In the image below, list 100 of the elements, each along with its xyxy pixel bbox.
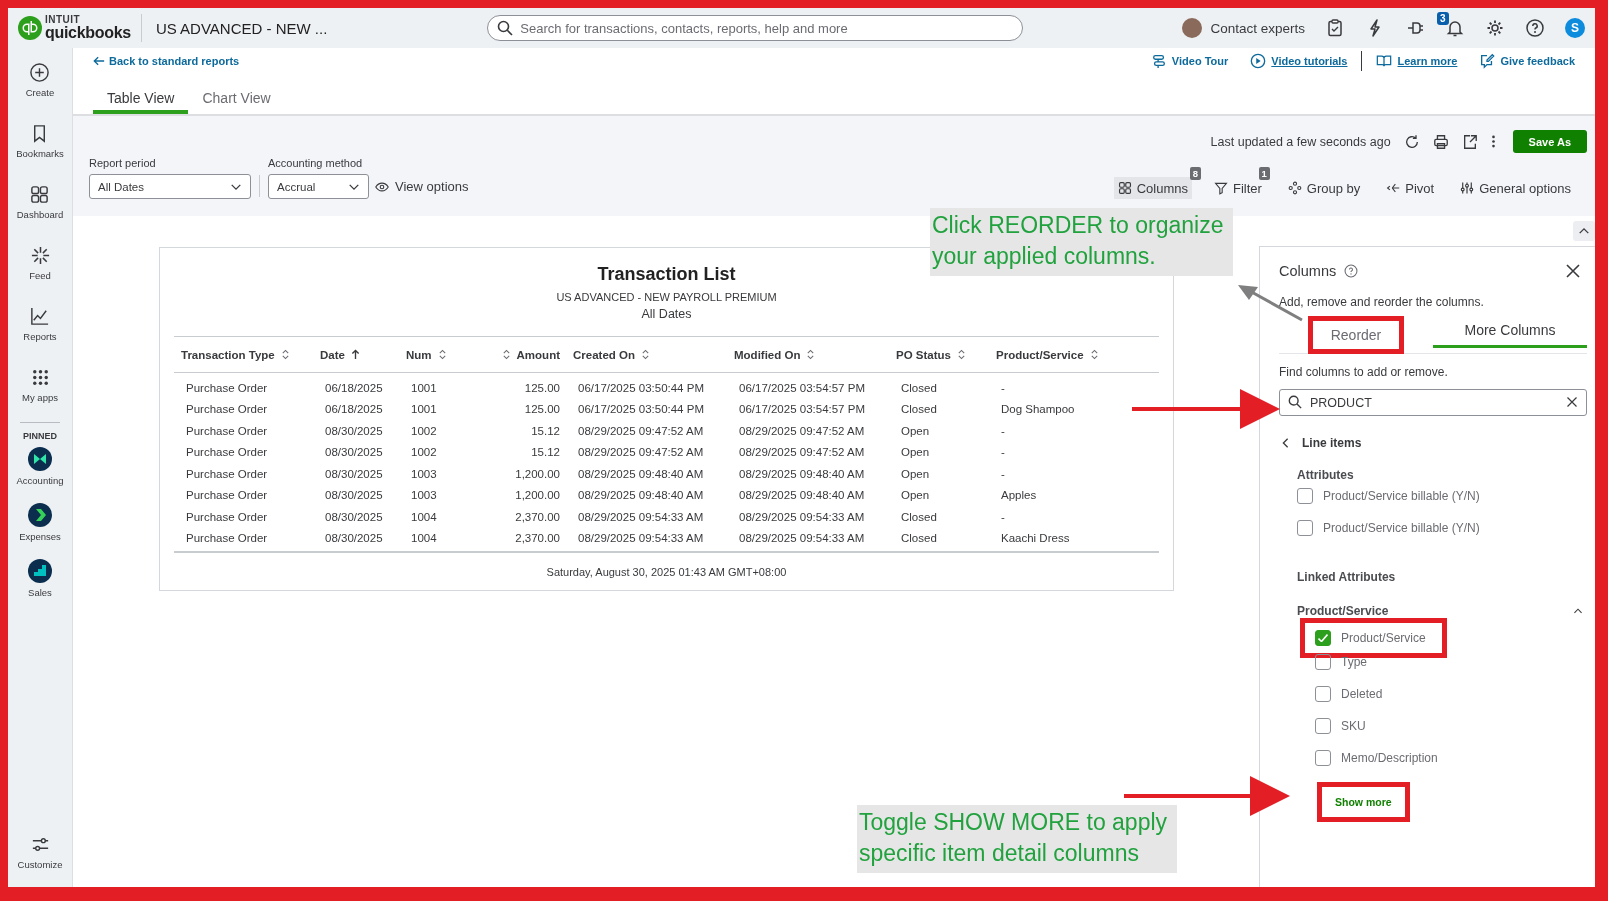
annotation-callout: Click REORDER to organize your applied columns. (930, 208, 1234, 276)
column-header[interactable]: Date (313, 348, 399, 361)
sidebar-item[interactable]: Feed (29, 237, 51, 298)
column-option[interactable]: Product/Service (1315, 630, 1426, 646)
view-tab[interactable]: Chart View (188, 86, 285, 114)
create-icon (29, 62, 51, 83)
feedback-icon (1479, 53, 1496, 69)
checkbox[interactable] (1315, 750, 1331, 766)
filter-icon (1213, 181, 1228, 195)
company-subtitle: US ADVANCED - NEW PAYROLL PREMIUM (556, 291, 777, 303)
search-field[interactable]: Search for transactions, contacts, reports, help and more (487, 15, 1024, 41)
table-cell-text: 08/29/2025 09:54:33 AM (577, 532, 705, 545)
checkbox[interactable] (1315, 654, 1331, 670)
column-option[interactable]: Product/Service billable (Y/N) (1297, 520, 1480, 536)
accounting-method-dropdown[interactable]: Accrual (268, 174, 369, 199)
settings-icon[interactable] (1485, 18, 1505, 38)
checkbox[interactable] (1315, 686, 1331, 702)
options-button[interactable]: General options (1456, 177, 1575, 199)
group-button[interactable]: Group by (1283, 177, 1365, 199)
column-header[interactable]: Num (399, 348, 471, 361)
checkbox[interactable] (1315, 718, 1331, 734)
line-items-back-button[interactable]: Line items (1279, 436, 1362, 450)
table-cell-text: 2,370.00 (514, 532, 561, 545)
table-cell-text: 08/29/2025 09:47:52 AM (577, 424, 705, 437)
more-icon[interactable] (1490, 134, 1496, 149)
field-label: Report period (89, 157, 157, 169)
table-cell-text: 08/30/2025 (324, 446, 384, 459)
help-link[interactable]: Give feedback (1479, 53, 1575, 69)
sidebar-item[interactable]: Create (25, 54, 55, 115)
column-option[interactable]: Product/Service billable (Y/N) (1297, 488, 1480, 504)
columns-button[interactable]: Columns (1113, 177, 1192, 199)
checkbox[interactable] (1297, 520, 1313, 536)
table-cell-text: 06/17/2025 03:54:57 PM (738, 381, 866, 394)
sidebar-item[interactable]: Bookmarks (16, 115, 64, 176)
help-icon[interactable] (1525, 18, 1545, 38)
table-cell-text: 125.00 (523, 381, 561, 394)
table-cell-text: - (1000, 424, 1006, 437)
sidebar-item[interactable]: Sales (28, 553, 52, 609)
contact-experts-button[interactable]: Contact experts (1182, 18, 1305, 38)
collapse-button[interactable] (1573, 221, 1595, 241)
sort-icon (501, 349, 511, 360)
table-cell-text: Purchase Order (185, 510, 269, 523)
table-cell-text: 1,200.00 (514, 467, 561, 480)
sort-icon (806, 349, 816, 360)
filter-button[interactable]: Filter (1209, 177, 1266, 199)
column-option[interactable]: Type (1315, 654, 1367, 670)
sidebar-item[interactable]: My apps (22, 359, 58, 420)
user-avatar[interactable]: S (1565, 18, 1585, 38)
sidebar-item[interactable]: Dashboard (16, 176, 64, 237)
show-more-link[interactable]: Show more (1328, 787, 1399, 817)
help-link[interactable]: Video tutorials (1250, 53, 1348, 69)
column-header[interactable]: Created On (566, 348, 727, 361)
close-icon[interactable] (1565, 263, 1581, 279)
sidebar-item[interactable]: Customize (17, 826, 63, 887)
chevron-left-icon (1281, 437, 1290, 449)
count-badge: 1 (1258, 167, 1270, 180)
table-cell-text: 08/30/2025 (324, 510, 384, 523)
table-cell-text: 08/30/2025 (324, 489, 384, 502)
table-cell-text: 08/30/2025 (324, 467, 384, 480)
table-cell-text: 15.12 (530, 424, 561, 437)
clear-icon[interactable] (1566, 396, 1578, 408)
sidebar-item[interactable]: Reports (23, 298, 57, 359)
column-header[interactable]: Transaction Type (174, 348, 313, 361)
sales-app-icon (28, 559, 52, 583)
notification-count: 3 (1437, 12, 1449, 25)
pivot-button[interactable]: Pivot (1382, 177, 1439, 199)
column-search-field[interactable]: PRODUCT (1279, 389, 1587, 416)
save-as-button[interactable]: Save As (1512, 130, 1587, 153)
sidebar-item[interactable]: Expenses (19, 497, 61, 553)
column-header[interactable]: Modified On (727, 348, 889, 361)
table-cell-text: 06/17/2025 03:54:57 PM (738, 403, 866, 416)
sidebar-item[interactable]: Accounting (16, 441, 64, 497)
section-toggle[interactable]: Product/Service (1297, 604, 1583, 618)
column-option[interactable]: Deleted (1315, 686, 1383, 702)
bell-icon[interactable] (1445, 18, 1465, 38)
help-link[interactable]: Learn more (1376, 53, 1458, 69)
column-header[interactable]: Amount (471, 348, 566, 361)
help-link[interactable]: Video Tour (1150, 53, 1229, 69)
print-icon[interactable] (1432, 133, 1449, 150)
panel-tab[interactable]: Reorder (1330, 322, 1382, 348)
refresh-icon[interactable] (1403, 133, 1420, 150)
column-option[interactable]: Memo/Description (1315, 750, 1438, 766)
clipboard-icon[interactable] (1325, 18, 1345, 38)
view-options-button[interactable]: View options (375, 174, 469, 199)
chevron-up-icon (1573, 606, 1583, 616)
help-icon[interactable] (1344, 264, 1359, 278)
column-header[interactable]: PO Status (889, 348, 989, 361)
checkbox[interactable] (1297, 488, 1313, 504)
report-period-dropdown[interactable]: All Dates (89, 174, 251, 199)
table-cell-text: 06/17/2025 03:50:44 PM (577, 381, 705, 394)
export-icon[interactable] (1461, 133, 1478, 150)
column-option[interactable]: SKU (1315, 718, 1366, 734)
search-hint: Find columns to add or remove. (1279, 365, 1449, 379)
company-name[interactable]: US ADVANCED - NEW ... (155, 19, 328, 37)
avatar-icon (1182, 18, 1203, 38)
checkbox[interactable] (1315, 630, 1331, 646)
back-link[interactable]: Back to standard reports (93, 55, 240, 67)
table-cell-text: 08/29/2025 09:47:52 AM (738, 446, 866, 459)
panel-tab[interactable]: More Columns (1433, 315, 1587, 348)
column-header[interactable]: Product/Service (989, 348, 1159, 361)
